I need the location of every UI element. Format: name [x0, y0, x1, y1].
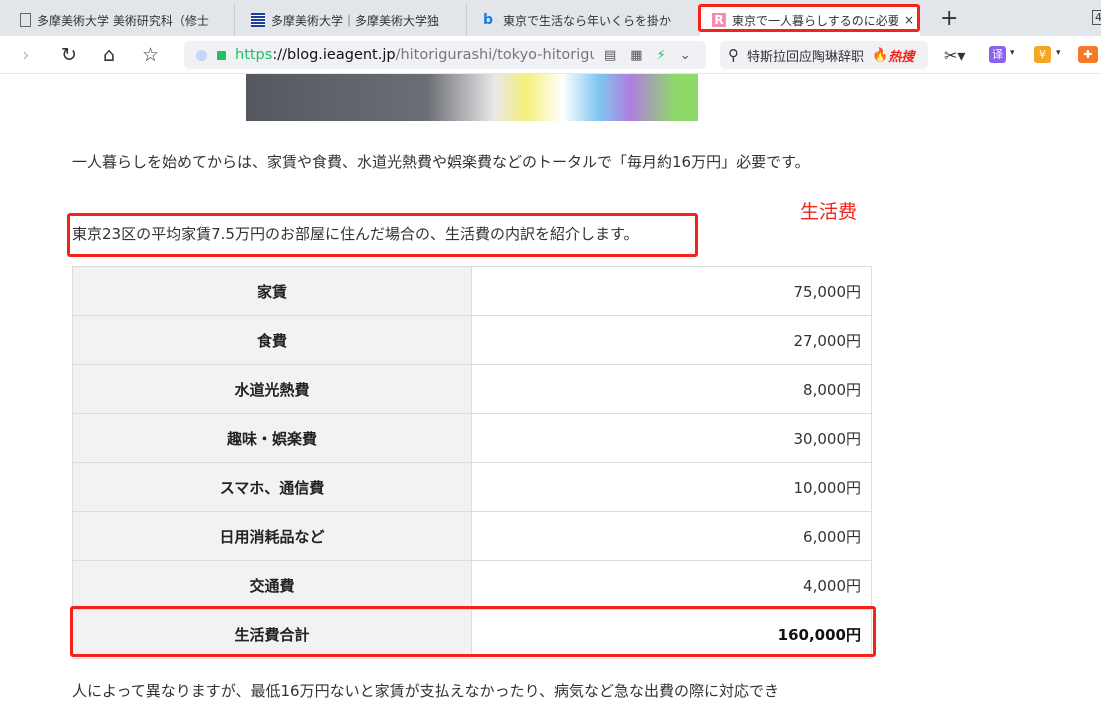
amount-cell: 4,000円 [471, 560, 872, 610]
item-cell: 趣味・娯楽費 [72, 413, 472, 463]
lock-icon [217, 50, 226, 60]
tab[interactable]: 多摩美術大学 美術研究科（修士 [4, 4, 234, 36]
tab[interactable]: 多摩美術大学｜多摩美術大学独 [234, 4, 466, 36]
item-cell: 食費 [72, 315, 472, 365]
living-cost-table: 家賃 75,000円 食費 27,000円 水道光熱費 8,000円 趣味・娯楽費 30,00… [72, 266, 872, 659]
tab[interactable]: b 東京で生活なら年いくらを掛か [466, 4, 696, 36]
lightning-icon[interactable]: ⚡ [657, 48, 666, 63]
amount-cell: 27,000円 [471, 315, 872, 365]
amount-cell: 75,000円 [471, 266, 872, 316]
search-input[interactable]: 特斯拉回应陶琳辞职 [747, 46, 864, 65]
table-row: 食費 27,000円 [72, 315, 872, 365]
intro-paragraph: 一人暮らしを始めてからは、家賃や食費、水道光熱費や娯楽費などのトータルで「毎月約… [72, 153, 810, 171]
game-icon[interactable]: ✚ [1078, 46, 1098, 63]
scissors-icon[interactable]: ✂▾ [944, 46, 965, 65]
amount-cell: 30,000円 [471, 413, 872, 463]
outro-paragraph: 人によって異なりますが、最低16万円ないと家賃が支払えなかったり、病気など急な出… [72, 682, 779, 700]
hot-search-label[interactable]: 热搜 [888, 46, 914, 65]
table-row: 水道光熱費 8,000円 [72, 364, 872, 414]
chevron-down-icon[interactable]: ▾ [1010, 48, 1015, 58]
highlight-box [70, 606, 876, 657]
home-icon[interactable]: ⌂ [103, 44, 115, 66]
amount-cell: 10,000円 [471, 462, 872, 512]
highlight-box [67, 213, 698, 257]
page-icon [20, 13, 31, 27]
toolbar: › ↻ ⌂ ☆ https://blog.ieagent.jp/hitorigu… [0, 36, 1101, 74]
bing-icon: b [483, 12, 494, 28]
item-cell: 水道光熱費 [72, 364, 472, 414]
item-cell: 家賃 [72, 266, 472, 316]
article-image [246, 74, 698, 121]
search-icon: ⚲ [728, 46, 739, 64]
chevron-down-icon[interactable]: ▾ [1056, 48, 1061, 58]
highlight-box [698, 4, 920, 32]
reader-mode-icon[interactable]: ▤ [604, 48, 616, 63]
reload-icon[interactable]: ↻ [61, 44, 77, 66]
chevron-down-icon[interactable]: ⌄ [680, 48, 691, 63]
table-row: 日用消耗品など 6,000円 [72, 511, 872, 561]
item-cell: 交通費 [72, 560, 472, 610]
search-box[interactable]: ⚲ 特斯拉回应陶琳辞职 🔥 热搜 [720, 41, 928, 69]
table-row: 趣味・娯楽費 30,000円 [72, 413, 872, 463]
bookmark-star-icon[interactable]: ☆ [142, 44, 159, 66]
flame-icon: 🔥 [872, 47, 889, 63]
url-host: ://blog.ieagent.jp [272, 47, 396, 63]
item-cell: スマホ、通信費 [72, 462, 472, 512]
tab-title: 東京で生活なら年いくらを掛か [503, 13, 672, 28]
site-info-icon[interactable] [196, 49, 207, 61]
table-row: 交通費 4,000円 [72, 560, 872, 610]
url-path: /hitorigurashi/tokyo-hitorigu [395, 47, 599, 63]
tab-count[interactable]: 4 [1092, 10, 1101, 25]
qr-code-icon[interactable]: ▦ [630, 48, 642, 63]
amount-cell: 6,000円 [471, 511, 872, 561]
translate-icon[interactable]: 译 [989, 46, 1006, 63]
university-logo-icon [251, 13, 265, 27]
tab-bar: 多摩美術大学 美術研究科（修士 多摩美術大学｜多摩美術大学独 b 東京で生活なら年… [0, 0, 1101, 36]
tab-title: 多摩美術大学 美術研究科（修士 [37, 13, 209, 28]
wallet-icon[interactable]: ¥ [1034, 46, 1051, 63]
address-bar[interactable]: https://blog.ieagent.jp/hitorigurashi/to… [184, 41, 706, 69]
url-scheme: https [235, 47, 273, 63]
new-tab-button[interactable]: + [940, 6, 958, 31]
amount-cell: 8,000円 [471, 364, 872, 414]
tab-title: 多摩美術大学｜多摩美術大学独 [271, 13, 440, 28]
annotation-label: 生活费 [800, 201, 858, 223]
table-row: スマホ、通信費 10,000円 [72, 462, 872, 512]
forward-icon[interactable]: › [22, 44, 30, 66]
table-row: 家賃 75,000円 [72, 266, 872, 316]
item-cell: 日用消耗品など [72, 511, 472, 561]
